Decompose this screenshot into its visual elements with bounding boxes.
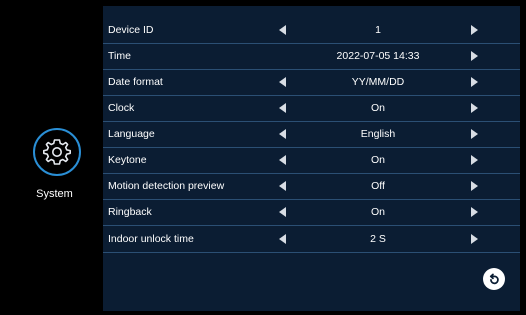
- setting-label: Motion detection preview: [108, 180, 225, 192]
- system-label: System: [36, 188, 73, 200]
- setting-value: On: [370, 154, 385, 166]
- arrow-left-icon[interactable]: [279, 181, 286, 191]
- arrow-right-icon[interactable]: [471, 155, 478, 165]
- setting-label: Language: [108, 128, 155, 140]
- setting-label: Ringback: [108, 206, 152, 218]
- system-nav-button[interactable]: [33, 128, 81, 176]
- sidebar: System: [6, 6, 103, 311]
- arrow-right-icon[interactable]: [471, 77, 478, 87]
- back-button[interactable]: [483, 268, 505, 290]
- setting-label: Device ID: [108, 24, 154, 36]
- arrow-left-icon[interactable]: [279, 25, 286, 35]
- gear-icon: [43, 139, 71, 165]
- setting-value: 2022-07-05 14:33: [336, 50, 420, 62]
- setting-row[interactable]: Device ID 1: [103, 18, 520, 44]
- setting-value: On: [370, 102, 385, 114]
- arrow-right-icon[interactable]: [471, 103, 478, 113]
- arrow-left-icon[interactable]: [279, 77, 286, 87]
- arrow-right-icon[interactable]: [471, 181, 478, 191]
- arrow-left-icon[interactable]: [279, 155, 286, 165]
- screen: System Device ID 1 Time 2022-07-05 14:33 Dat…: [0, 0, 526, 315]
- setting-label: Indoor unlock time: [108, 233, 194, 245]
- setting-value: YY/MM/DD: [351, 76, 405, 88]
- setting-label: Keytone: [108, 154, 147, 166]
- arrow-left-icon[interactable]: [279, 129, 286, 139]
- setting-row[interactable]: Motion detection preview Off: [103, 174, 520, 200]
- arrow-right-icon[interactable]: [471, 25, 478, 35]
- arrow-left-icon[interactable]: [279, 207, 286, 217]
- settings-panel: Device ID 1 Time 2022-07-05 14:33 Date forma…: [103, 6, 520, 311]
- setting-value: On: [370, 206, 385, 218]
- setting-row[interactable]: Language English: [103, 122, 520, 148]
- setting-row[interactable]: Time 2022-07-05 14:33: [103, 44, 520, 70]
- setting-row[interactable]: Keytone On: [103, 148, 520, 174]
- back-icon: [489, 273, 499, 285]
- setting-value: 2 S: [370, 233, 386, 245]
- setting-value: Off: [371, 180, 385, 192]
- arrow-right-icon[interactable]: [471, 207, 478, 217]
- setting-value: 1: [375, 24, 381, 36]
- arrow-right-icon[interactable]: [471, 234, 478, 244]
- arrow-right-icon[interactable]: [471, 51, 478, 61]
- setting-label: Time: [108, 50, 131, 62]
- arrow-left-icon[interactable]: [279, 234, 286, 244]
- setting-row[interactable]: Clock On: [103, 96, 520, 122]
- setting-row[interactable]: Date format YY/MM/DD: [103, 70, 520, 96]
- setting-value: English: [360, 128, 396, 140]
- setting-label: Date format: [108, 76, 163, 88]
- setting-label: Clock: [108, 102, 135, 114]
- setting-row[interactable]: Ringback On: [103, 200, 520, 226]
- arrow-left-icon[interactable]: [279, 103, 286, 113]
- arrow-right-icon[interactable]: [471, 129, 478, 139]
- setting-row[interactable]: Indoor unlock time 2 S: [103, 227, 520, 253]
